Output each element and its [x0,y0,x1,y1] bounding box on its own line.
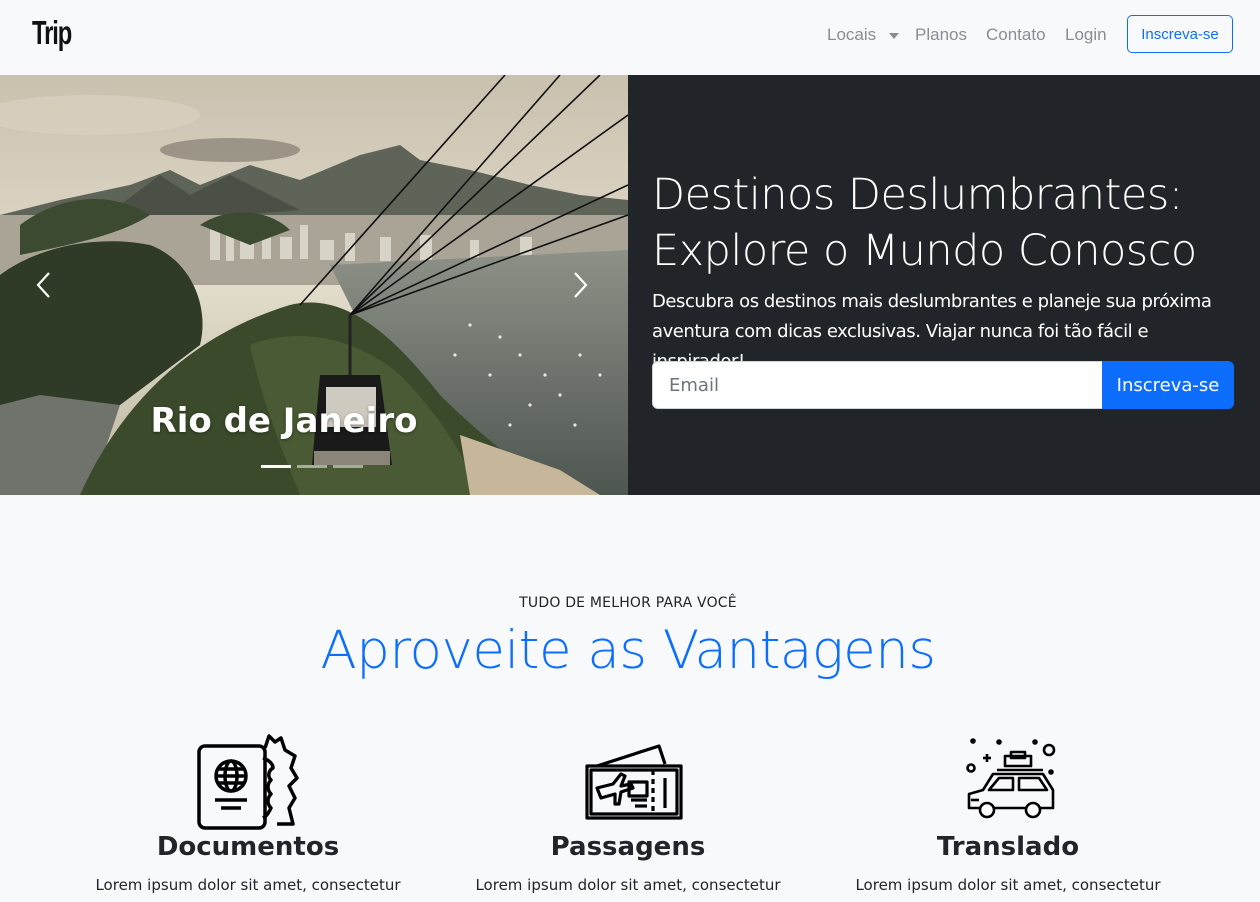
feature-title: Documentos [156,832,340,862]
section-title: Aproveite as Vantagens [320,620,936,681]
nav-link-contato[interactable]: Contato [986,25,1046,45]
navbar: Trip Locais Planos Contato Login Inscrev… [0,0,1260,75]
nav-link-login[interactable]: Login [1065,25,1107,45]
nav-link-planos[interactable]: Planos [915,25,967,45]
brand-logo[interactable]: Trip [32,14,72,52]
feature-text: Lorem ipsum dolor sit amet, consectetur [855,876,1161,894]
hero-panel: Destinos Deslumbrantes: Explore o Mundo … [628,75,1260,495]
feature-title: Passagens [550,832,706,862]
section-eyebrow: TUDO DE MELHOR PARA VOCÊ [519,595,737,611]
carousel-next-icon[interactable] [566,270,592,300]
feature-passagens: Passagens Lorem ipsum dolor sit amet, co… [438,728,818,894]
passport-icon [197,734,299,830]
email-placeholder: Email [669,374,719,396]
hero-text-line: Descubra os destinos mais deslumbrantes … [652,291,1212,312]
feature-text: Lorem ipsum dolor sit amet, consectetur [95,876,401,894]
carousel-indicator[interactable] [333,465,363,468]
hero-title-line: Destinos Deslumbrantes: [652,170,1183,220]
carousel-indicator[interactable] [261,465,291,468]
feature-text: Lorem ipsum dolor sit amet, consectetur [475,876,781,894]
carousel-indicator[interactable] [297,465,327,468]
carousel-prev-icon[interactable] [32,270,58,300]
car-icon [966,738,1056,819]
feature-title: Translado [936,832,1080,862]
carousel: Rio de Janeiro [0,75,628,495]
nav-link-locais[interactable]: Locais [827,25,876,45]
feature-translado: Translado Lorem ipsum dolor sit amet, co… [818,728,1198,894]
hero-title: Destinos Deslumbrantes: Explore o Mundo … [652,167,1252,279]
ticket-icon [585,744,683,820]
feature-documentos: Documentos Lorem ipsum dolor sit amet, c… [58,728,438,894]
hero-section: Rio de Janeiro Destinos Deslumbrantes: E… [0,75,1260,495]
hero-title-line: Explore o Mundo Conosco [652,226,1197,276]
email-input[interactable]: Email [652,361,1103,409]
signup-nav-button[interactable]: Inscreva-se [1127,15,1233,53]
carousel-caption: Rio de Janeiro [150,401,418,441]
chevron-down-icon[interactable] [889,33,899,39]
subscribe-button[interactable]: Inscreva-se [1102,361,1234,409]
carousel-indicators [261,465,363,468]
